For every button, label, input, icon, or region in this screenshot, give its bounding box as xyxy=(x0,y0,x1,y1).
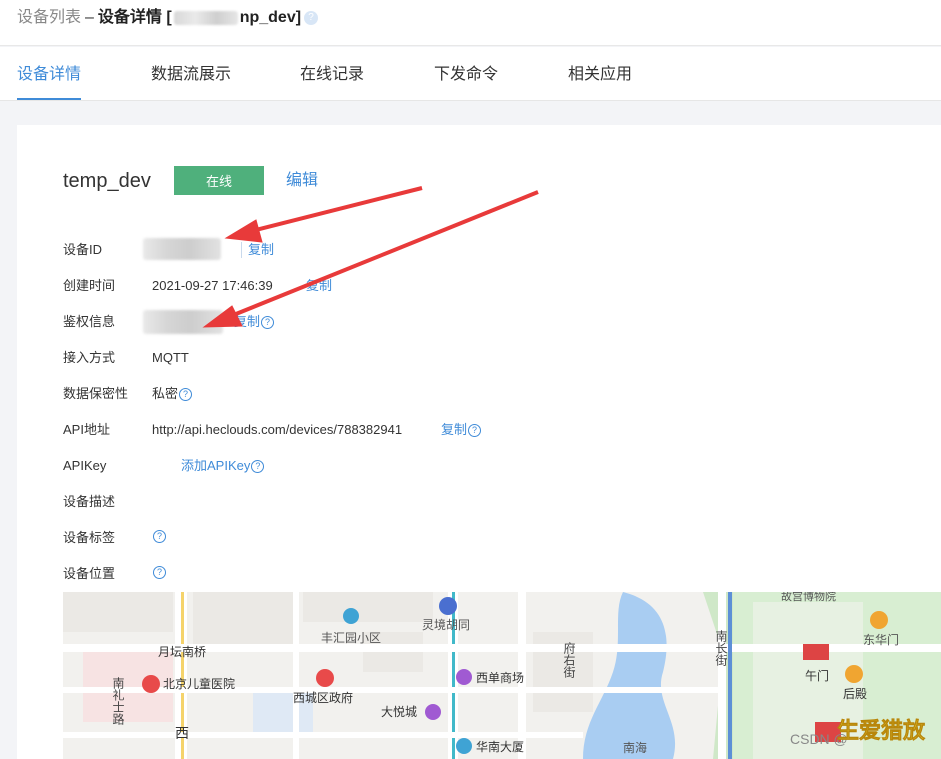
help-icon[interactable]: ? xyxy=(468,423,482,437)
created-time-value: 2021-09-27 17:46:39 xyxy=(152,278,273,293)
help-icon[interactable]: ? xyxy=(153,530,166,543)
add-apikey-button[interactable]: 添加APIKey ? xyxy=(181,458,265,474)
map-label-houdian: 后殿 xyxy=(843,687,867,701)
help-icon[interactable]: ? xyxy=(153,566,166,579)
header-bar: 设备列表 – 设备详情 [ np_dev] ? xyxy=(0,0,941,46)
map-label-xicheng: 西城区政府 xyxy=(293,690,353,705)
data-privacy-value-row: 私密 ? xyxy=(152,386,193,402)
map-label-gugong: 故宫博物院 xyxy=(781,592,836,603)
map-label-yuetan: 月坛南桥 xyxy=(158,644,206,659)
location-map[interactable]: 丰汇园小区 灵境胡同 故宫博物院 东华门 月坛南桥 北京儿童医院 西城区政府 西… xyxy=(63,592,941,759)
device-name: temp_dev xyxy=(63,170,151,192)
map-label-xidan: 西单商场 xyxy=(476,670,524,685)
help-icon[interactable]: ? xyxy=(179,387,193,401)
data-privacy-value: 私密 xyxy=(152,386,179,401)
tab-device-detail[interactable]: 设备详情 xyxy=(17,65,81,85)
breadcrumb-device-detail: 设备详情 [ xyxy=(97,9,172,26)
access-method-value: MQTT xyxy=(152,350,189,365)
map-label-huanan: 华南大厦 xyxy=(476,739,524,754)
copy-auth-info-button[interactable]: 复制 ? xyxy=(234,314,275,330)
device-description-label: 设备描述 xyxy=(63,494,116,509)
map-label-nanlishilu: 南礼士路 xyxy=(111,676,125,726)
divider xyxy=(241,242,242,258)
map-label-fenghui: 丰汇园小区 xyxy=(321,631,381,645)
apikey-label: APIKey xyxy=(63,458,107,473)
watermark-text: 生爱猎放 xyxy=(837,718,926,743)
device-tags-label: 设备标签 xyxy=(63,530,116,545)
device-location-label: 设备位置 xyxy=(63,566,116,581)
redacted-auth-info xyxy=(143,310,223,334)
tab-online-record[interactable]: 在线记录 xyxy=(300,65,364,85)
copy-auth-info-label: 复制 xyxy=(234,314,261,329)
active-tab-indicator xyxy=(17,98,81,100)
map-label-donghuamen: 东华门 xyxy=(863,632,899,647)
breadcrumb-device-list[interactable]: 设备列表 xyxy=(17,8,81,28)
created-time-label: 创建时间 xyxy=(63,278,116,293)
map-label-wumen: 午门 xyxy=(805,668,829,683)
api-address-value: http://api.heclouds.com/devices/78838294… xyxy=(152,422,403,437)
status-badge: 在线 xyxy=(174,166,264,195)
device-id-label: 设备ID xyxy=(63,242,103,257)
data-privacy-label: 数据保密性 xyxy=(63,386,129,401)
access-method-label: 接入方式 xyxy=(63,350,116,365)
breadcrumb-separator: – xyxy=(85,9,94,26)
map-label-lingjing: 灵境胡同 xyxy=(422,617,470,632)
help-icon[interactable]: ? xyxy=(304,11,319,25)
map-label-fuyoujie: 府右街 xyxy=(562,641,576,678)
api-address-label: API地址 xyxy=(63,422,110,437)
auth-info-label: 鉴权信息 xyxy=(63,314,116,329)
map-label-nanhai: 南海 xyxy=(623,740,647,755)
tab-bar: 设备详情 数据流展示 在线记录 下发命令 相关应用 xyxy=(0,47,941,101)
redacted-device-id xyxy=(143,238,221,260)
help-icon[interactable]: ? xyxy=(251,459,265,473)
breadcrumb-device-suffix: np_dev] xyxy=(239,9,302,26)
map-label-nanchangjie: 南长街 xyxy=(714,629,728,666)
copy-device-id-button[interactable]: 复制 xyxy=(248,242,274,258)
copy-created-time-button[interactable]: 复制 xyxy=(306,278,332,294)
map-label-xi: 西 xyxy=(175,725,189,741)
map-label-dayuecheng: 大悦城 xyxy=(381,705,417,719)
tab-related-apps[interactable]: 相关应用 xyxy=(568,65,632,85)
add-apikey-label: 添加APIKey xyxy=(181,458,251,473)
tab-send-command[interactable]: 下发命令 xyxy=(434,65,498,85)
breadcrumb: 设备列表 – 设备详情 [ np_dev] ? xyxy=(17,8,319,28)
tab-data-stream[interactable]: 数据流展示 xyxy=(151,65,231,85)
edit-link[interactable]: 编辑 xyxy=(286,171,318,191)
map-label-ertong: 北京儿童医院 xyxy=(163,676,235,691)
copy-api-address-label: 复制 xyxy=(441,422,468,437)
help-icon[interactable]: ? xyxy=(261,315,275,329)
copy-api-address-button[interactable]: 复制 ? xyxy=(441,422,482,438)
redacted-device-name xyxy=(173,11,238,25)
